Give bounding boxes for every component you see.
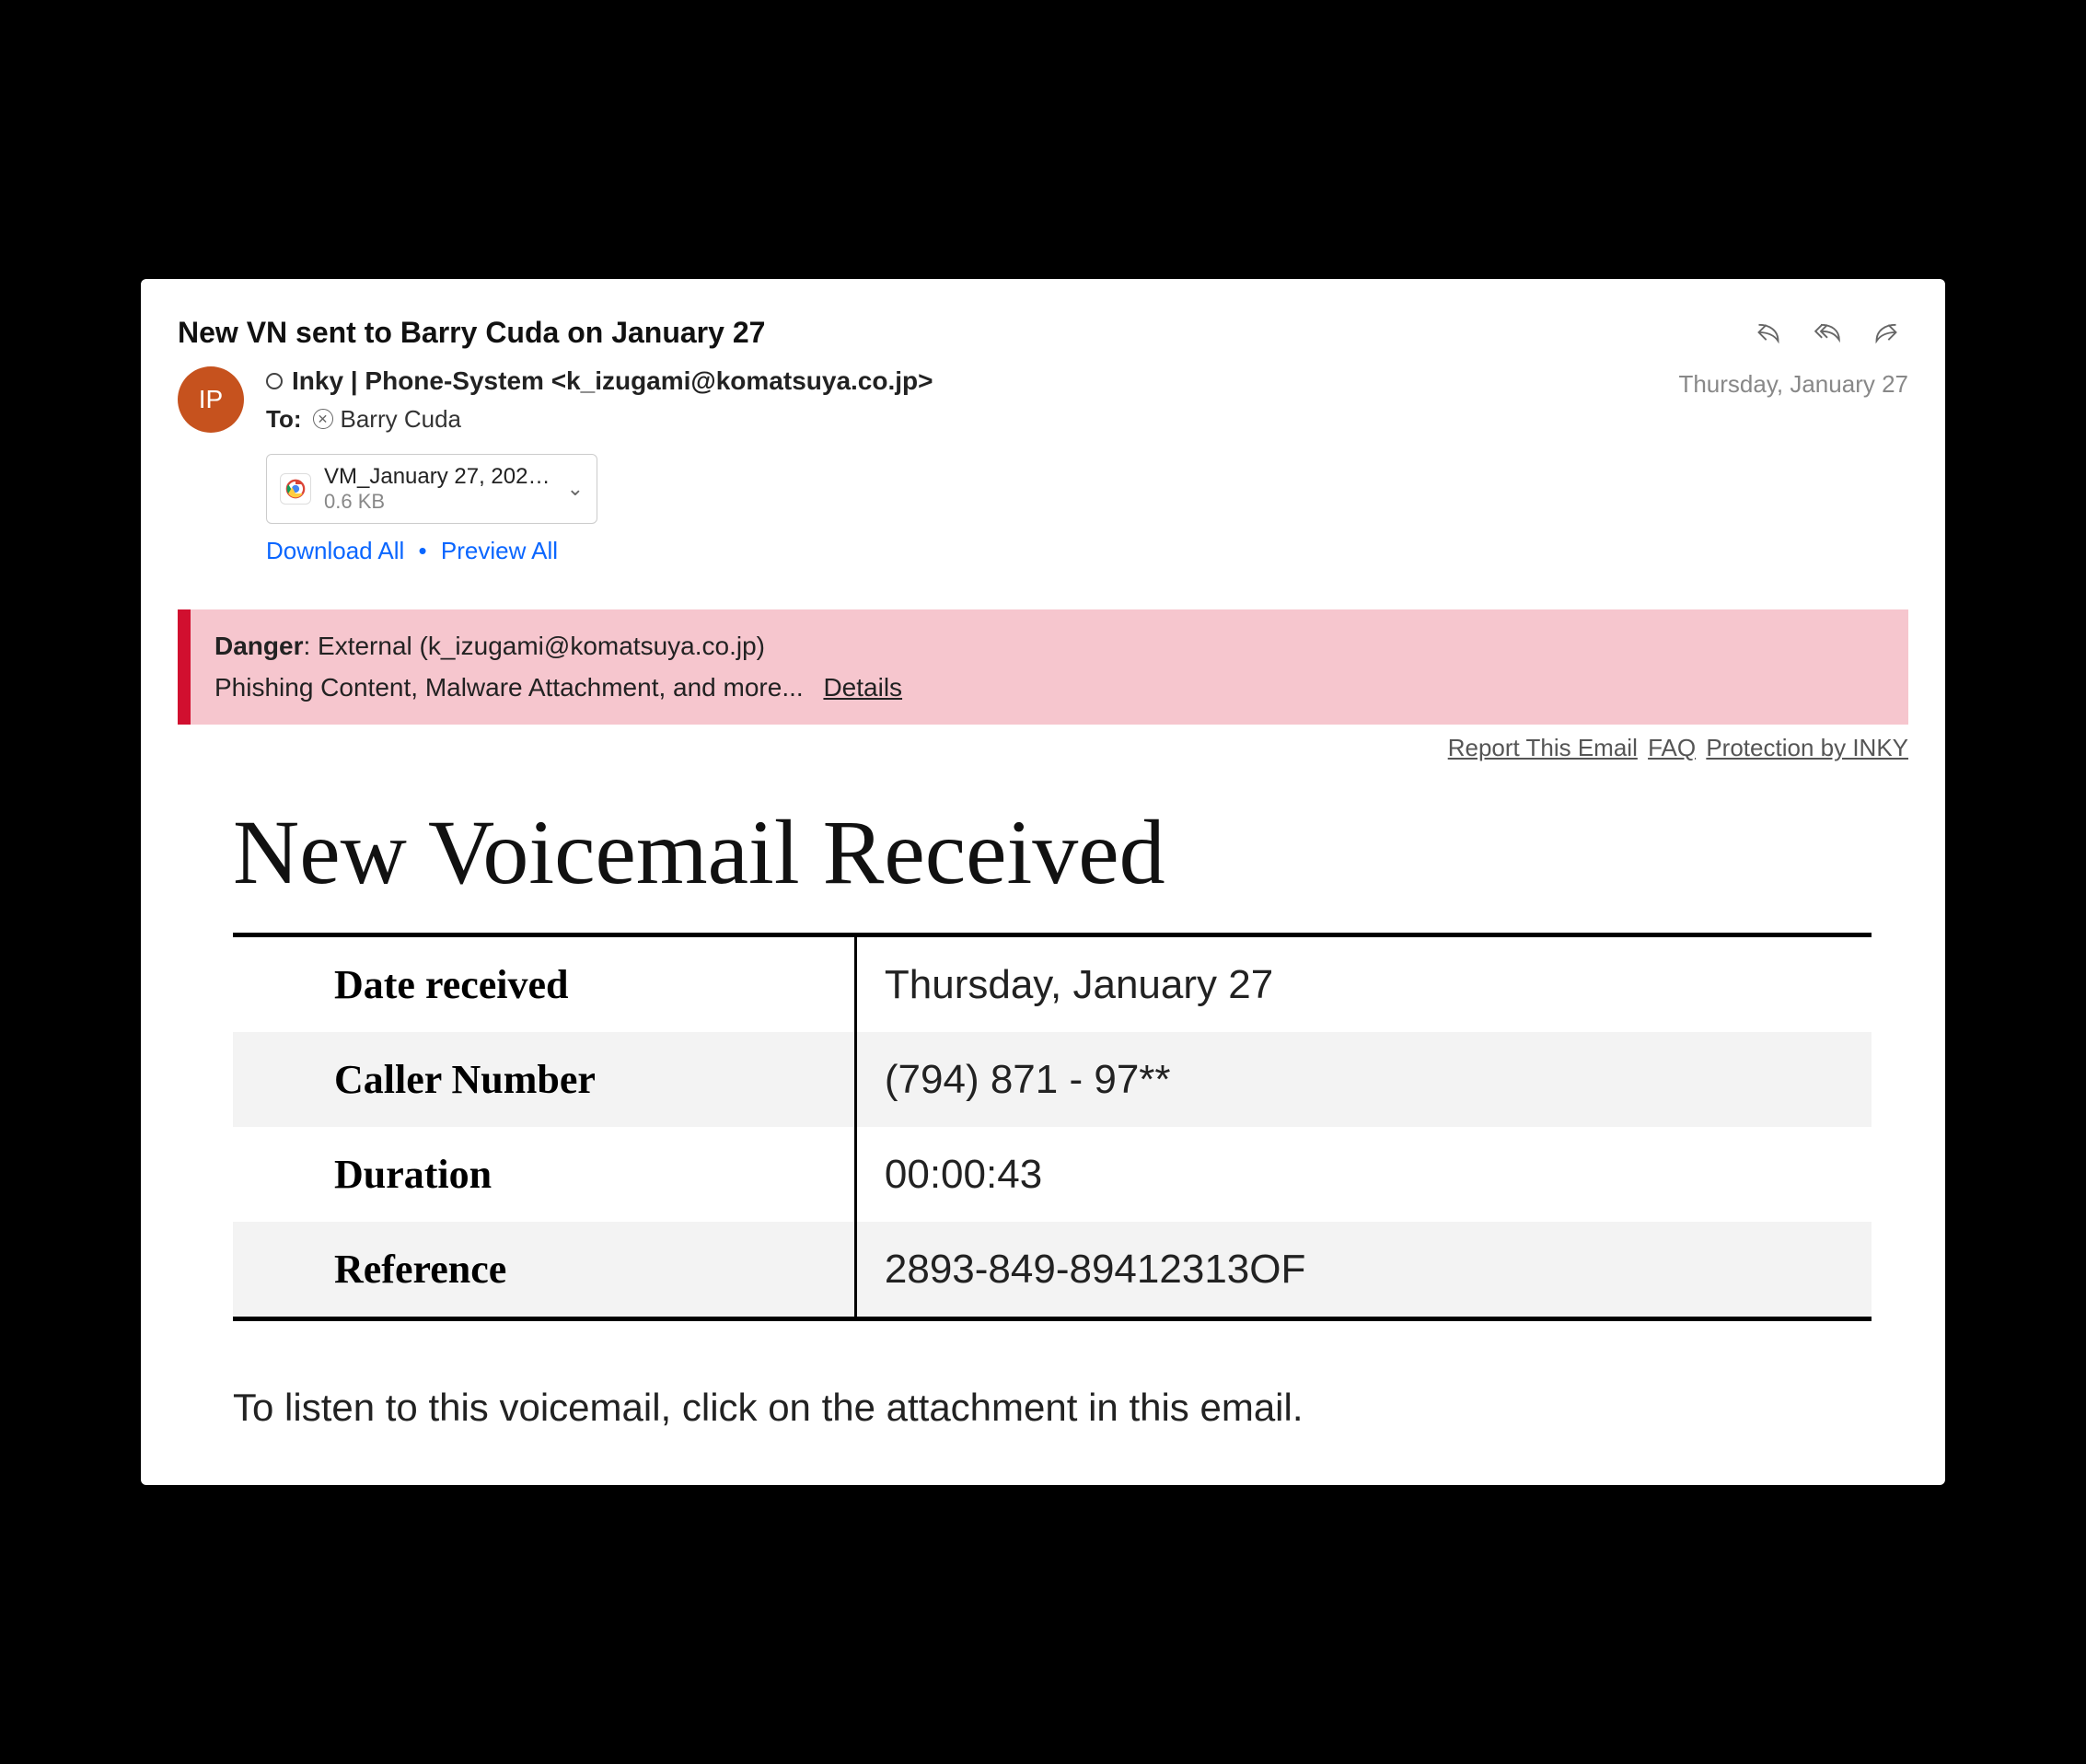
from-line: Inky | Phone-System <k_izugami@komatsuya… (266, 366, 1656, 396)
row-value: Thursday, January 27 (855, 935, 1872, 1033)
table-row: Date received Thursday, January 27 (233, 935, 1872, 1033)
table-row: Caller Number (794) 871 - 97** (233, 1032, 1872, 1127)
preview-all-link[interactable]: Preview All (441, 537, 558, 564)
row-value: (794) 871 - 97** (855, 1032, 1872, 1127)
sender-text: Inky | Phone-System <k_izugami@komatsuya… (266, 366, 1656, 434)
email-date: Thursday, January 27 (1678, 366, 1908, 399)
table-row: Duration 00:00:43 (233, 1127, 1872, 1222)
table-row: Reference 2893-849-89412313OF (233, 1222, 1872, 1319)
report-email-link[interactable]: Report This Email (1448, 734, 1638, 761)
row-key: Caller Number (233, 1032, 855, 1127)
warning-banner: Danger: External (k_izugami@komatsuya.co… (178, 609, 1908, 725)
row-key: Date received (233, 935, 855, 1033)
inky-link-row: Report This Email FAQ Protection by INKY (178, 734, 1908, 762)
forward-icon[interactable] (1873, 319, 1899, 345)
reply-icon[interactable] (1756, 319, 1781, 345)
avatar: IP (178, 366, 244, 433)
body-note: To listen to this voicemail, click on th… (233, 1386, 1872, 1430)
attachment-chip[interactable]: VM_January 27, 202… 0.6 KB ⌄ (266, 454, 597, 524)
banner-threats: Phishing Content, Malware Attachment, an… (214, 673, 804, 702)
attachment-text: VM_January 27, 202… 0.6 KB (324, 464, 554, 514)
row-value: 2893-849-89412313OF (855, 1222, 1872, 1319)
email-body: New Voicemail Received Date received Thu… (178, 799, 1908, 1430)
to-label: To: (266, 405, 302, 434)
unread-indicator-icon (266, 373, 283, 389)
faq-link[interactable]: FAQ (1648, 734, 1696, 761)
attachment-file-icon (280, 473, 311, 505)
protection-link[interactable]: Protection by INKY (1706, 734, 1908, 761)
header-row: New VN sent to Barry Cuda on January 27 (178, 316, 1908, 350)
header-actions (1756, 319, 1899, 345)
recipient-chip[interactable]: ✕ Barry Cuda (313, 405, 462, 434)
from-display: Inky | Phone-System <k_izugami@komatsuya… (292, 366, 933, 396)
danger-label: Danger (214, 632, 303, 660)
banner-details-link[interactable]: Details (823, 673, 902, 702)
email-subject: New VN sent to Barry Cuda on January 27 (178, 316, 765, 350)
banner-external-text: : External (k_izugami@komatsuya.co.jp) (303, 632, 765, 660)
sender-block: IP Inky | Phone-System <k_izugami@komats… (178, 366, 1908, 434)
body-title: New Voicemail Received (233, 799, 1872, 905)
warning-banner-wrap: Danger: External (k_izugami@komatsuya.co… (178, 609, 1908, 763)
attachment-links: Download All • Preview All (266, 537, 1908, 565)
attachment-size: 0.6 KB (324, 490, 554, 514)
reply-all-icon[interactable] (1814, 319, 1840, 345)
row-key: Reference (233, 1222, 855, 1319)
recipient-name: Barry Cuda (341, 405, 462, 434)
row-value: 00:00:43 (855, 1127, 1872, 1222)
row-key: Duration (233, 1127, 855, 1222)
to-line: To: ✕ Barry Cuda (266, 405, 1656, 434)
banner-line-1: Danger: External (k_izugami@komatsuya.co… (214, 626, 1884, 667)
banner-line-2: Phishing Content, Malware Attachment, an… (214, 667, 1884, 709)
download-all-link[interactable]: Download All (266, 537, 404, 564)
chevron-down-icon[interactable]: ⌄ (567, 477, 584, 501)
attachment-name: VM_January 27, 202… (324, 464, 554, 490)
voicemail-table: Date received Thursday, January 27 Calle… (233, 933, 1872, 1321)
email-window: New VN sent to Barry Cuda on January 27 … (141, 279, 1945, 1486)
separator-dot: • (419, 537, 427, 564)
attachment-row: VM_January 27, 202… 0.6 KB ⌄ Download Al… (266, 454, 1908, 565)
remove-recipient-icon[interactable]: ✕ (313, 409, 333, 429)
